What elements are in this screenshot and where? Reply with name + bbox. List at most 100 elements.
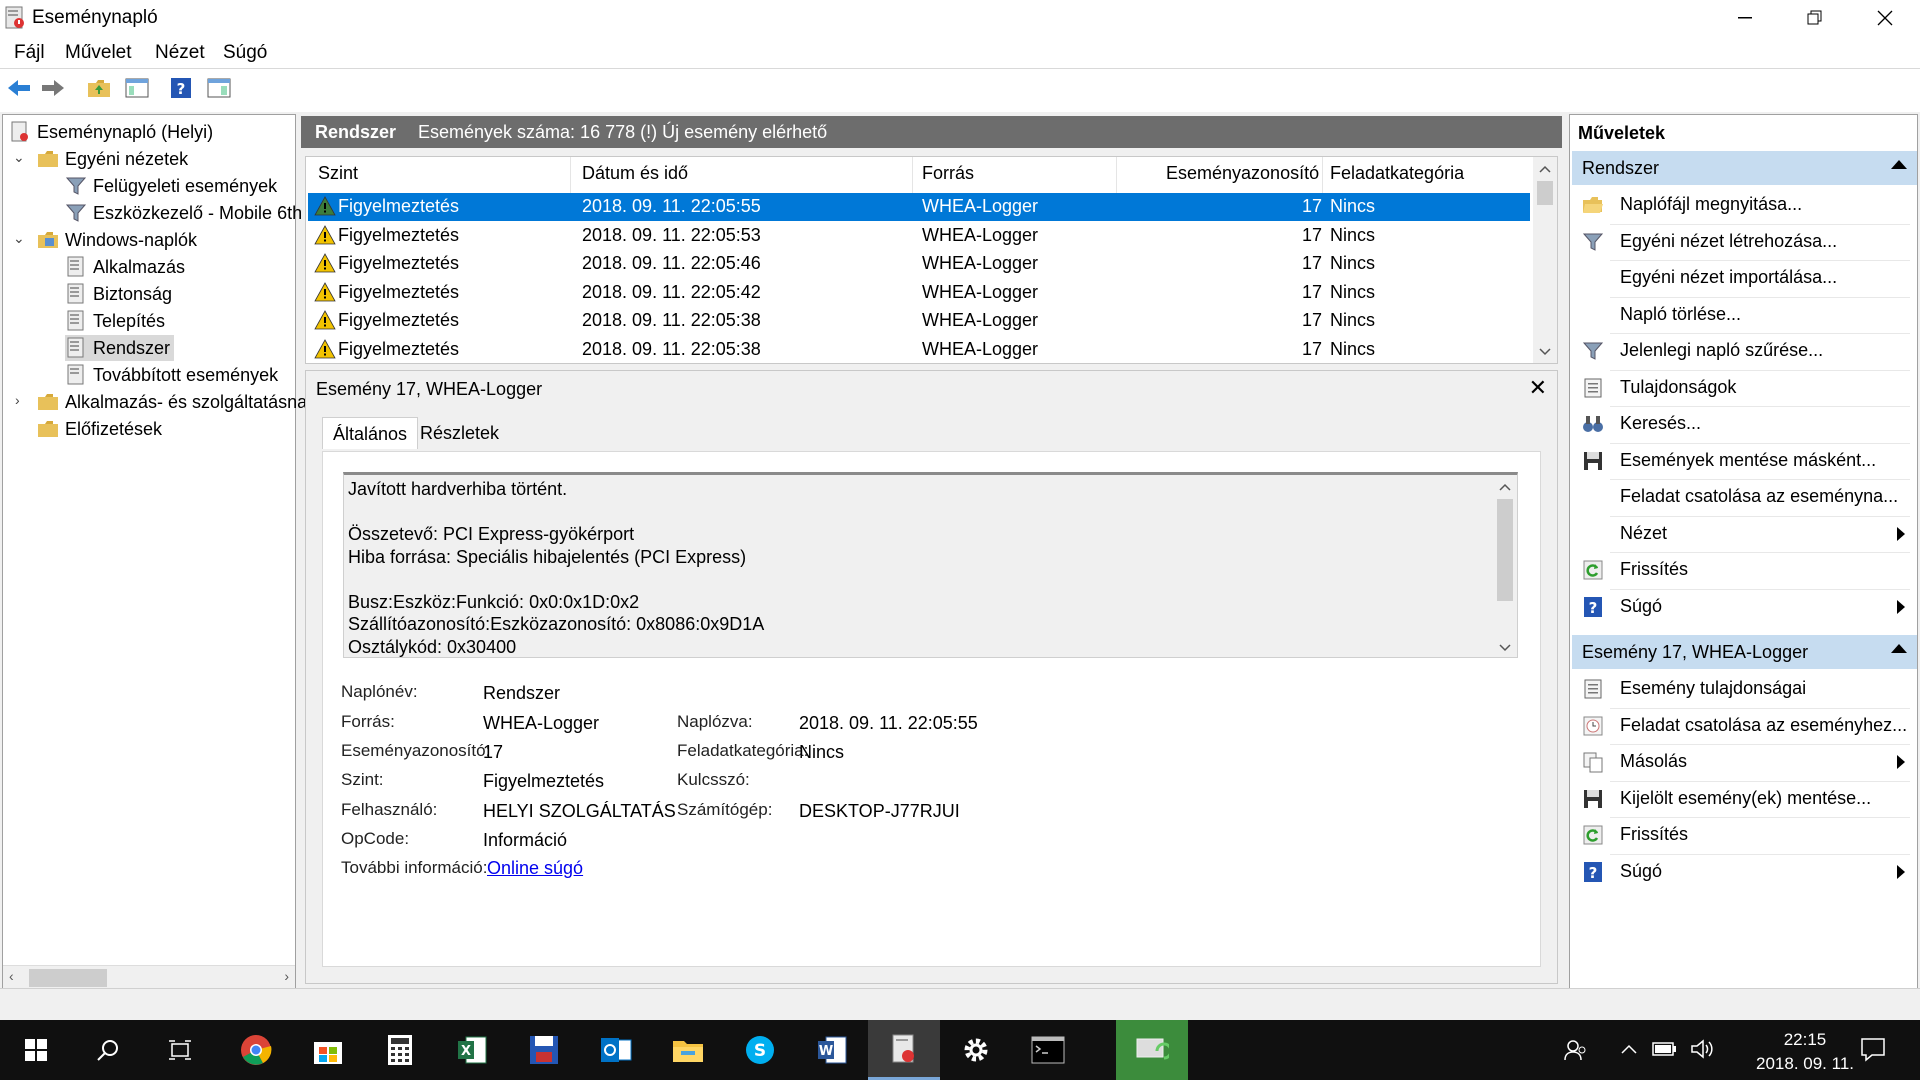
task-view-button[interactable] [144, 1020, 216, 1080]
action-item[interactable]: Kijelölt esemény(ek) mentése... [1572, 782, 1917, 816]
scroll-up-icon[interactable] [1493, 477, 1517, 497]
tree-item-windows-logs[interactable]: Windows-naplók [37, 227, 197, 253]
close-button[interactable] [1850, 0, 1920, 36]
online-help-link[interactable]: Online súgó [487, 858, 583, 879]
action-item[interactable]: Frissítés [1572, 818, 1917, 852]
table-row[interactable]: Figyelmeztetés 2018. 09. 11. 22:05:46 WHEA… [308, 250, 1530, 278]
store-taskbar-button[interactable] [292, 1020, 364, 1080]
scrollbar-thumb[interactable] [1537, 181, 1553, 205]
search-button[interactable] [72, 1020, 144, 1080]
message-vertical-scrollbar[interactable] [1493, 475, 1517, 657]
action-item[interactable]: Tulajdonságok [1572, 371, 1917, 405]
action-item[interactable]: Esemény tulajdonságai [1572, 672, 1917, 706]
network-app-taskbar-button[interactable] [1116, 1020, 1188, 1080]
tree-item-admin-events[interactable]: Felügyeleti események [65, 173, 277, 199]
action-item[interactable]: Feladat csatolása az eseményhez... [1572, 709, 1917, 743]
action-item[interactable]: Jelenlegi napló szűrése... [1572, 334, 1917, 368]
tree-item-system[interactable]: Rendszer [65, 335, 175, 361]
settings-taskbar-button[interactable] [940, 1020, 1012, 1080]
chevron-up-icon[interactable] [1620, 1042, 1638, 1056]
column-header-datetime[interactable]: Dátum és idő [582, 163, 688, 184]
tree-item-application[interactable]: Alkalmazás [65, 254, 185, 280]
actions-section-header[interactable]: Rendszer [1572, 151, 1917, 185]
table-row[interactable]: Figyelmeztetés 2018. 09. 11. 22:05:55 WHEA… [308, 193, 1530, 221]
calculator-taskbar-button[interactable] [364, 1020, 436, 1080]
action-item[interactable]: Keresés... [1572, 407, 1917, 441]
excel-taskbar-button[interactable]: X [436, 1020, 508, 1080]
scroll-left-icon[interactable]: ‹ [9, 968, 14, 984]
menu-help[interactable]: Súgó [223, 42, 267, 64]
cmd-taskbar-button[interactable] [1012, 1020, 1084, 1080]
people-icon[interactable] [1563, 1038, 1589, 1062]
action-item[interactable]: Napló törlése... [1572, 298, 1917, 332]
help-button[interactable]: ? [166, 74, 196, 102]
scroll-down-icon[interactable] [1493, 637, 1517, 657]
volume-icon[interactable] [1690, 1038, 1716, 1060]
forward-button[interactable] [38, 74, 68, 102]
back-button[interactable] [4, 74, 34, 102]
action-item[interactable]: Frissítés [1572, 553, 1917, 587]
tab-general[interactable]: Általános [322, 417, 419, 449]
menu-file[interactable]: Fájl [14, 42, 45, 64]
open-folder-button[interactable] [84, 74, 114, 102]
event-viewer-taskbar-button[interactable] [868, 1020, 940, 1080]
show-hide-action-pane-button[interactable] [204, 74, 234, 102]
chrome-taskbar-button[interactable] [220, 1020, 292, 1080]
event-message-box[interactable]: Javított hardverhiba történt. Összetevő: … [343, 472, 1518, 658]
tree-item-custom-views[interactable]: Egyéni nézetek [37, 146, 188, 172]
tree-root[interactable]: Eseménynapló (Helyi) [9, 119, 213, 145]
tree-item-setup[interactable]: Telepítés [65, 308, 165, 334]
minimize-button[interactable] [1710, 0, 1780, 36]
scroll-up-icon[interactable] [1533, 159, 1557, 179]
start-button[interactable] [0, 1020, 72, 1080]
action-item[interactable]: ? Súgó [1572, 590, 1917, 624]
save-app-taskbar-button[interactable] [508, 1020, 580, 1080]
skype-taskbar-button[interactable]: S [724, 1020, 796, 1080]
action-item[interactable]: Események mentése másként... [1572, 444, 1917, 478]
action-item[interactable]: Naplófájl megnyitása... [1572, 188, 1917, 222]
show-hide-tree-button[interactable] [122, 74, 152, 102]
scroll-right-icon[interactable]: › [284, 968, 289, 984]
file-explorer-taskbar-button[interactable] [652, 1020, 724, 1080]
close-detail-icon[interactable]: ✕ [1529, 375, 1547, 401]
word-taskbar-button[interactable]: W [796, 1020, 868, 1080]
expand-custom-views-icon[interactable]: ⌄ [13, 149, 25, 166]
action-item[interactable]: Nézet [1572, 517, 1917, 551]
column-header-level[interactable]: Szint [318, 163, 358, 184]
table-row[interactable]: Figyelmeztetés 2018. 09. 11. 22:05:38 WHEA… [308, 307, 1530, 335]
expand-windows-logs-icon[interactable]: ⌄ [13, 230, 25, 247]
restore-button[interactable] [1780, 0, 1850, 36]
taskbar-clock[interactable]: 22:15 2018. 09. 11. [1756, 1028, 1854, 1076]
scroll-down-icon[interactable] [1533, 341, 1557, 361]
tree-item-security[interactable]: Biztonság [65, 281, 172, 307]
collapse-caret-icon[interactable] [1891, 160, 1907, 169]
action-item[interactable]: Egyéni nézet létrehozása... [1572, 225, 1917, 259]
action-item[interactable]: ? Súgó [1572, 855, 1917, 889]
scrollbar-thumb[interactable] [29, 969, 107, 987]
table-row[interactable]: Figyelmeztetés 2018. 09. 11. 22:05:42 WHEA… [308, 279, 1530, 307]
column-header-category[interactable]: Feladatkategória [1330, 163, 1464, 184]
expand-app-service-logs-icon[interactable]: › [15, 392, 20, 408]
action-item[interactable]: Másolás [1572, 745, 1917, 779]
tree-item-subscriptions[interactable]: Előfizetések [37, 416, 162, 442]
menu-view[interactable]: Nézet [155, 42, 205, 64]
tree-item-forwarded-events[interactable]: Továbbított események [65, 362, 278, 388]
collapse-caret-icon[interactable] [1891, 644, 1907, 653]
tab-details[interactable]: Részletek [410, 417, 509, 449]
tree-item-app-service-logs[interactable]: Alkalmazás- és szolgáltatásna [37, 389, 307, 415]
table-row[interactable]: Figyelmeztetés 2018. 09. 11. 22:05:38 WHEA… [308, 336, 1530, 364]
tree-horizontal-scrollbar[interactable]: ‹ › [3, 965, 295, 989]
scrollbar-thumb[interactable] [1497, 499, 1513, 601]
column-header-source[interactable]: Forrás [922, 163, 974, 184]
events-vertical-scrollbar[interactable] [1533, 157, 1557, 363]
action-item[interactable]: Feladat csatolása az eseménynа... [1572, 480, 1917, 514]
outlook-taskbar-button[interactable] [580, 1020, 652, 1080]
menu-action[interactable]: Művelet [65, 42, 132, 64]
action-item[interactable]: Egyéni nézet importálása... [1572, 261, 1917, 295]
notifications-icon[interactable] [1860, 1036, 1886, 1062]
tree-item-device-manager[interactable]: Eszközkezelő - Mobile 6th [65, 200, 302, 226]
battery-icon[interactable] [1652, 1040, 1678, 1058]
table-row[interactable]: Figyelmeztetés 2018. 09. 11. 22:05:53 WHEA… [308, 222, 1530, 250]
actions-section-header[interactable]: Esemény 17, WHEA-Logger [1572, 635, 1917, 669]
column-header-event-id[interactable]: Eseményazonosító [1166, 163, 1319, 184]
